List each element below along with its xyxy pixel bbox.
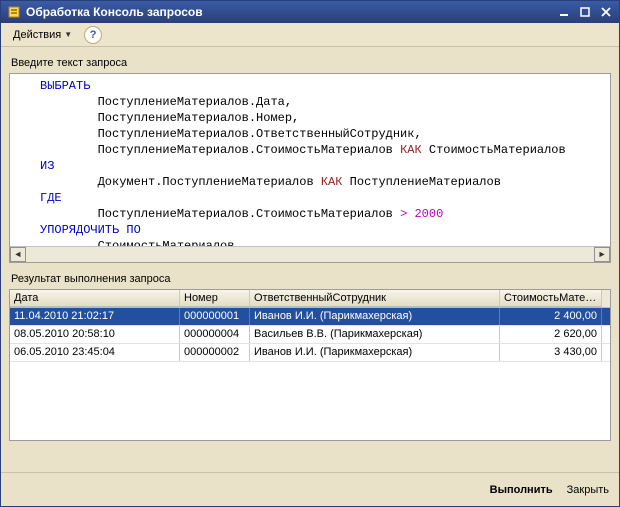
cell-employee: Иванов И.И. (Парикмахерская) [250,308,500,325]
query-line: ГДЕ [40,190,604,206]
window-controls [555,4,615,20]
cell-date: 06.05.2010 23:45:04 [10,344,180,361]
query-line: ПоступлениеМатериалов.Номер, [40,110,604,126]
cell-employee: Васильев В.В. (Парикмахерская) [250,326,500,343]
query-line: ПоступлениеМатериалов.ОтветственныйСотру… [40,126,604,142]
query-line: УПОРЯДОЧИТЬ ПО [40,222,604,238]
scroll-track[interactable] [26,247,594,262]
scroll-left-button[interactable]: ◄ [10,247,26,262]
table-row[interactable]: 11.04.2010 21:02:17000000001Иванов И.И. … [10,308,610,326]
close-button[interactable] [597,4,615,20]
horizontal-scrollbar[interactable]: ◄ ► [10,246,610,262]
app-window: Обработка Консоль запросов Действия ▼ ? … [0,0,620,507]
column-header-cost[interactable]: СтоимостьМатериалов [500,290,602,307]
minimize-button[interactable] [555,4,573,20]
button-bar: Выполнить Закрыть [1,472,619,506]
cell-date: 11.04.2010 21:02:17 [10,308,180,325]
cell-number: 000000002 [180,344,250,361]
column-header-number[interactable]: Номер [180,290,250,307]
maximize-button[interactable] [576,4,594,20]
scroll-right-button[interactable]: ► [594,247,610,262]
cell-cost: 3 430,00 [500,344,602,361]
app-icon [7,5,21,19]
titlebar[interactable]: Обработка Консоль запросов [1,1,619,23]
cell-number: 000000004 [180,326,250,343]
window-title: Обработка Консоль запросов [26,5,555,19]
table-header: Дата Номер ОтветственныйСотрудник Стоимо… [10,290,610,308]
cell-date: 08.05.2010 20:58:10 [10,326,180,343]
cell-cost: 2 400,00 [500,308,602,325]
query-line: ПоступлениеМатериалов.СтоимостьМатериало… [40,206,604,222]
help-button[interactable]: ? [84,26,102,44]
cell-cost: 2 620,00 [500,326,602,343]
actions-menu[interactable]: Действия ▼ [7,27,78,43]
cell-employee: Иванов И.И. (Парикмахерская) [250,344,500,361]
toolbar: Действия ▼ ? [1,23,619,47]
table-body: 11.04.2010 21:02:17000000001Иванов И.И. … [10,308,610,440]
table-row[interactable]: 06.05.2010 23:45:04000000002Иванов И.И. … [10,344,610,362]
query-line: ВЫБРАТЬ [40,78,604,94]
chevron-down-icon: ▼ [64,30,72,39]
query-line: Документ.ПоступлениеМатериалов КАК Посту… [40,174,604,190]
main-panel: Введите текст запроса ВЫБРАТЬ Поступлени… [9,55,611,464]
query-editor[interactable]: ВЫБРАТЬ ПоступлениеМатериалов.Дата, Пост… [9,73,611,263]
table-row[interactable]: 08.05.2010 20:58:10000000004Васильев В.В… [10,326,610,344]
execute-button[interactable]: Выполнить [490,484,553,496]
result-table[interactable]: Дата Номер ОтветственныйСотрудник Стоимо… [9,289,611,441]
actions-label: Действия [13,29,61,41]
query-prompt-label: Введите текст запроса [9,55,611,73]
column-header-employee[interactable]: ОтветственныйСотрудник [250,290,500,307]
close-action-button[interactable]: Закрыть [567,484,609,496]
column-header-date[interactable]: Дата [10,290,180,307]
result-label: Результат выполнения запроса [9,271,611,289]
cell-number: 000000001 [180,308,250,325]
query-line: ИЗ [40,158,604,174]
query-line: ПоступлениеМатериалов.СтоимостьМатериало… [40,142,604,158]
query-line: ПоступлениеМатериалов.Дата, [40,94,604,110]
